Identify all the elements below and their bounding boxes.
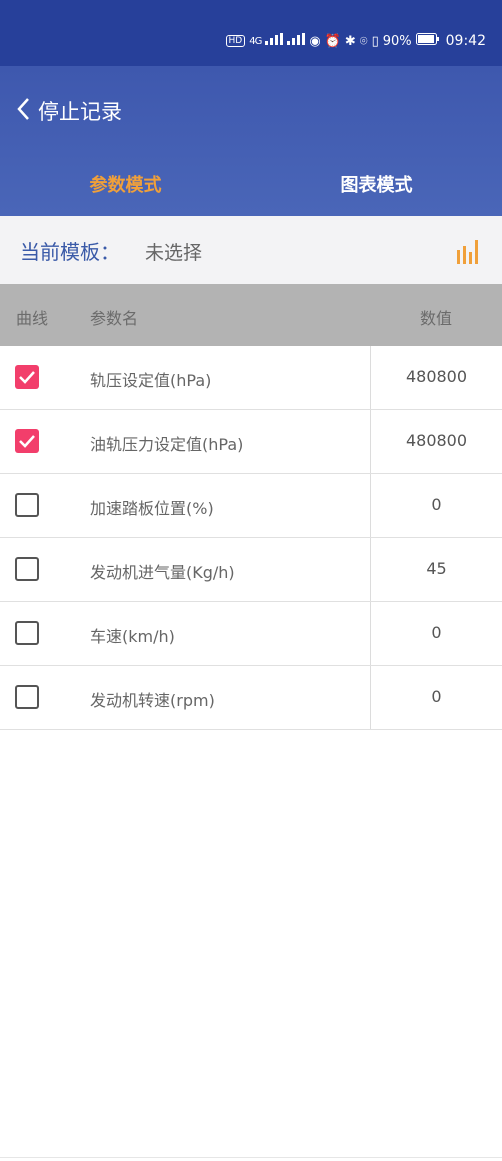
parameter-name: 发动机进气量(Kg/h) <box>90 563 235 582</box>
mode-tabs: 参数模式 图表模式 <box>0 166 502 206</box>
back-label: 停止记录 <box>38 100 122 124</box>
parameter-list: 轨压设定值(hPa) 480800 油轨压力设定值(hPa) 480800 加速… <box>0 346 502 730</box>
curve-checkbox[interactable] <box>15 685 39 709</box>
parameter-name: 油轨压力设定值(hPa) <box>90 435 244 454</box>
parameter-name: 发动机转速(rpm) <box>90 691 215 710</box>
curve-checkbox[interactable] <box>15 621 39 645</box>
alarm-icon: ⏰ <box>324 33 341 49</box>
parameter-value: 0 <box>431 623 442 642</box>
parameter-value: 0 <box>431 687 442 706</box>
header-curve: 曲线 <box>16 309 49 328</box>
status-bar: HD 4G ◉ ⏰ ✱ ⌾ ▯ 90% 09:42 <box>0 0 502 66</box>
vibrate-icon: ▯ <box>371 33 379 49</box>
battery-icon <box>415 33 440 49</box>
parameter-name: 车速(km/h) <box>90 627 175 646</box>
template-value: 未选择 <box>145 242 203 264</box>
status-icons: HD 4G ◉ ⏰ ✱ ⌾ ▯ 90% 09:42 <box>225 33 486 49</box>
check-icon <box>19 371 35 384</box>
curve-checkbox[interactable] <box>15 365 39 389</box>
app-header: 停止记录 参数模式 图表模式 <box>0 66 502 216</box>
bottom-divider <box>0 1157 502 1158</box>
signal-icon <box>265 33 284 49</box>
eye-icon: ◉ <box>309 33 321 49</box>
check-icon <box>19 435 35 448</box>
curve-checkbox[interactable] <box>15 493 39 517</box>
parameter-value: 45 <box>426 559 447 578</box>
table-row: 发动机进气量(Kg/h) 45 <box>0 538 502 602</box>
parameter-value: 480800 <box>405 367 468 386</box>
table-row: 车速(km/h) 0 <box>0 602 502 666</box>
header-name: 参数名 <box>90 309 139 328</box>
bar-chart-icon[interactable] <box>456 238 482 264</box>
table-row: 轨压设定值(hPa) 480800 <box>0 346 502 410</box>
table-row: 发动机转速(rpm) 0 <box>0 666 502 730</box>
chevron-left-icon <box>16 97 30 125</box>
battery-percent: 90% <box>382 33 412 49</box>
template-label: 当前模板： <box>20 240 120 264</box>
stop-record-button[interactable]: 停止记录 <box>16 94 122 128</box>
curve-checkbox[interactable] <box>15 429 39 453</box>
signal-label: 4G <box>249 35 262 47</box>
parameter-value: 480800 <box>405 431 468 450</box>
table-header: 曲线 参数名 数值 <box>0 284 502 346</box>
table-row: 油轨压力设定值(hPa) 480800 <box>0 410 502 474</box>
tab-parameter-mode[interactable]: 参数模式 <box>0 166 251 206</box>
location-icon: ⌾ <box>359 33 368 49</box>
tab-chart-mode[interactable]: 图表模式 <box>251 166 502 206</box>
signal-icon-2 <box>287 33 306 49</box>
parameter-value: 0 <box>431 495 442 514</box>
header-value: 数值 <box>420 309 453 328</box>
hd-icon: HD <box>225 35 246 47</box>
clock: 09:42 <box>445 33 486 49</box>
template-selector[interactable]: 当前模板： 未选择 <box>0 216 502 284</box>
parameter-name: 轨压设定值(hPa) <box>90 371 212 390</box>
parameter-name: 加速踏板位置(%) <box>90 499 214 518</box>
bluetooth-icon: ✱ <box>344 33 356 49</box>
curve-checkbox[interactable] <box>15 557 39 581</box>
table-row: 加速踏板位置(%) 0 <box>0 474 502 538</box>
